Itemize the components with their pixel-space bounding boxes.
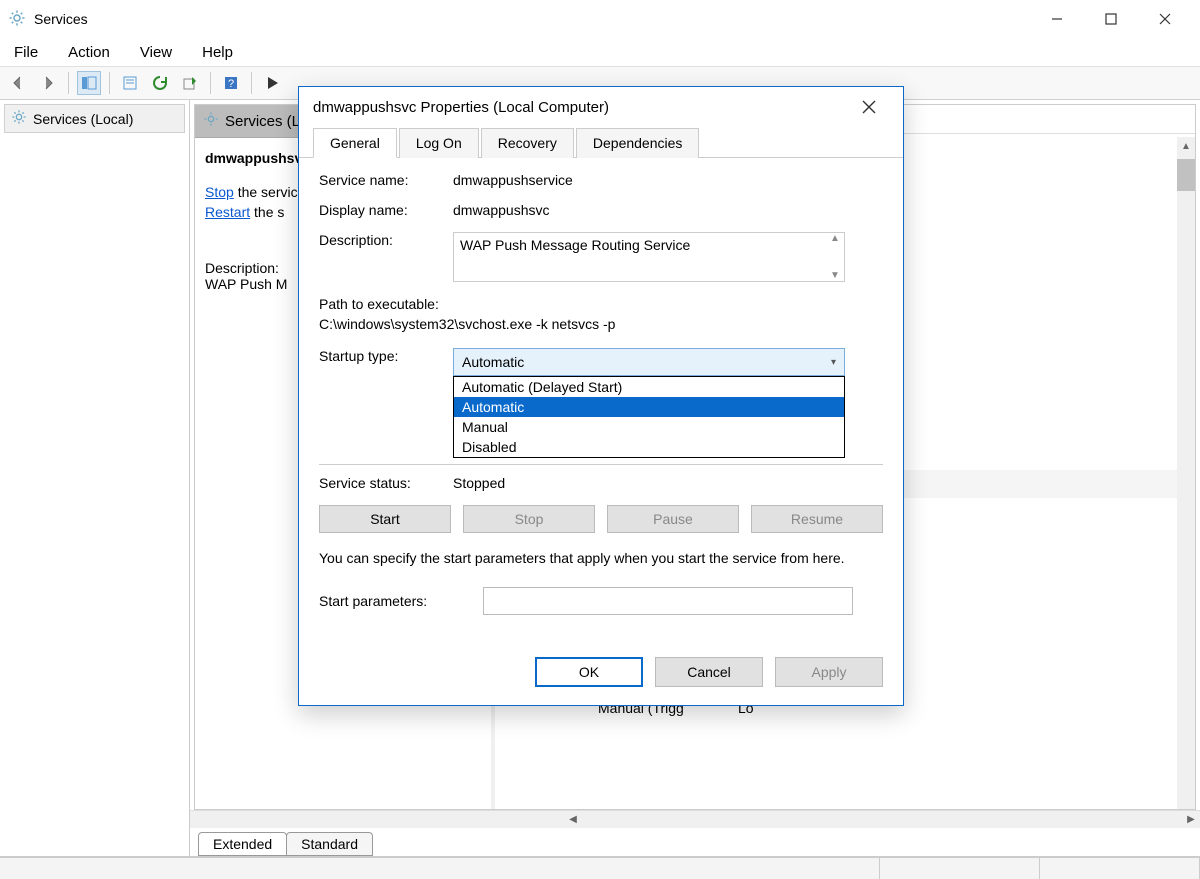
menubar: File Action View Help [0,38,1200,66]
menu-help[interactable]: Help [198,42,237,63]
hscroll-left-icon[interactable]: ◀ [564,811,582,828]
tree-root-label: Services (Local) [33,111,133,127]
tab-dependencies[interactable]: Dependencies [576,128,700,158]
display-name-label: Display name: [319,202,453,218]
titlebar: Services [0,0,1200,38]
menu-file[interactable]: File [10,42,42,63]
ok-button[interactable]: OK [535,657,643,687]
properties-icon[interactable] [118,71,142,95]
scroll-thumb[interactable] [1177,159,1195,191]
service-status-label: Service status: [319,475,453,491]
dialog-tabs: General Log On Recovery Dependencies [299,127,903,158]
bottom-tabs: Extended Standard [190,828,1200,856]
divider [319,464,883,465]
scroll-up-icon[interactable]: ▲ [1177,137,1195,155]
description-label: Description: [319,232,453,248]
path-label: Path to executable: [319,296,883,312]
desc-scroll-up-icon[interactable]: ▲ [826,233,844,244]
gear-icon [203,111,219,131]
service-name-label: Service name: [319,172,453,188]
svg-text:?: ? [228,78,234,90]
tab-recovery[interactable]: Recovery [481,128,574,158]
tab-general[interactable]: General [313,128,397,158]
export-icon[interactable] [178,71,202,95]
startup-type-label: Startup type: [319,348,453,364]
description-text: WAP Push Message Routing Service [460,237,690,253]
start-params-label: Start parameters: [319,593,483,609]
pause-button[interactable]: Pause [607,505,739,533]
startup-type-select[interactable]: Automatic ▾ [453,348,845,376]
resume-button[interactable]: Resume [751,505,883,533]
dropdown-option[interactable]: Automatic [454,397,844,417]
maximize-button[interactable] [1084,0,1138,38]
dropdown-option[interactable]: Manual [454,417,844,437]
start-params-input[interactable] [483,587,853,615]
properties-dialog: dmwappushsvc Properties (Local Computer)… [298,86,904,706]
stop-button[interactable]: Stop [463,505,595,533]
dialog-titlebar: dmwappushsvc Properties (Local Computer) [299,87,903,127]
tree-pane: Services (Local) [0,100,190,856]
back-icon[interactable] [6,71,30,95]
help-icon[interactable]: ? [219,71,243,95]
show-hide-tree-icon[interactable] [77,71,101,95]
dialog-close-button[interactable] [849,87,889,127]
refresh-icon[interactable] [148,71,172,95]
menu-action[interactable]: Action [64,42,114,63]
close-button[interactable] [1138,0,1192,38]
description-box: WAP Push Message Routing Service ▲ ▼ [453,232,845,282]
service-name-value: dmwappushservice [453,172,883,188]
stop-suffix: the service [234,184,306,200]
tab-standard[interactable]: Standard [286,832,373,856]
tree-root[interactable]: Services (Local) [4,104,185,133]
start-params-hint: You can specify the start parameters tha… [319,549,883,569]
service-status-value: Stopped [453,475,505,491]
restart-suffix: the s [250,204,284,220]
cancel-button[interactable]: Cancel [655,657,763,687]
chevron-down-icon: ▾ [831,357,836,368]
dropdown-option[interactable]: Automatic (Delayed Start) [454,377,844,397]
statusbar [0,857,1200,879]
gear-icon [8,9,26,30]
start-button[interactable]: Start [319,505,451,533]
hscroll-right-icon[interactable]: ▶ [1182,811,1200,828]
path-value: C:\windows\system32\svchost.exe -k netsv… [319,316,883,332]
startup-type-selected: Automatic [462,354,524,370]
stop-link[interactable]: Stop [205,184,234,200]
restart-link[interactable]: Restart [205,204,250,220]
menu-view[interactable]: View [136,42,176,63]
window-title: Services [34,11,1030,27]
forward-icon[interactable] [36,71,60,95]
tab-extended[interactable]: Extended [198,832,287,856]
apply-button[interactable]: Apply [775,657,883,687]
desc-scroll-down-icon[interactable]: ▼ [826,270,844,281]
start-service-icon[interactable] [260,71,284,95]
tab-logon[interactable]: Log On [399,128,479,158]
display-name-value: dmwappushsvc [453,202,883,218]
vertical-scrollbar[interactable]: ▲ [1177,137,1195,809]
startup-type-dropdown: Automatic (Delayed Start)AutomaticManual… [453,376,845,458]
minimize-button[interactable] [1030,0,1084,38]
dropdown-option[interactable]: Disabled [454,437,844,457]
gear-icon [11,109,27,128]
dialog-title: dmwappushsvc Properties (Local Computer) [313,99,609,116]
horizontal-scrollbar[interactable]: ◀ ▶ [190,810,1200,828]
